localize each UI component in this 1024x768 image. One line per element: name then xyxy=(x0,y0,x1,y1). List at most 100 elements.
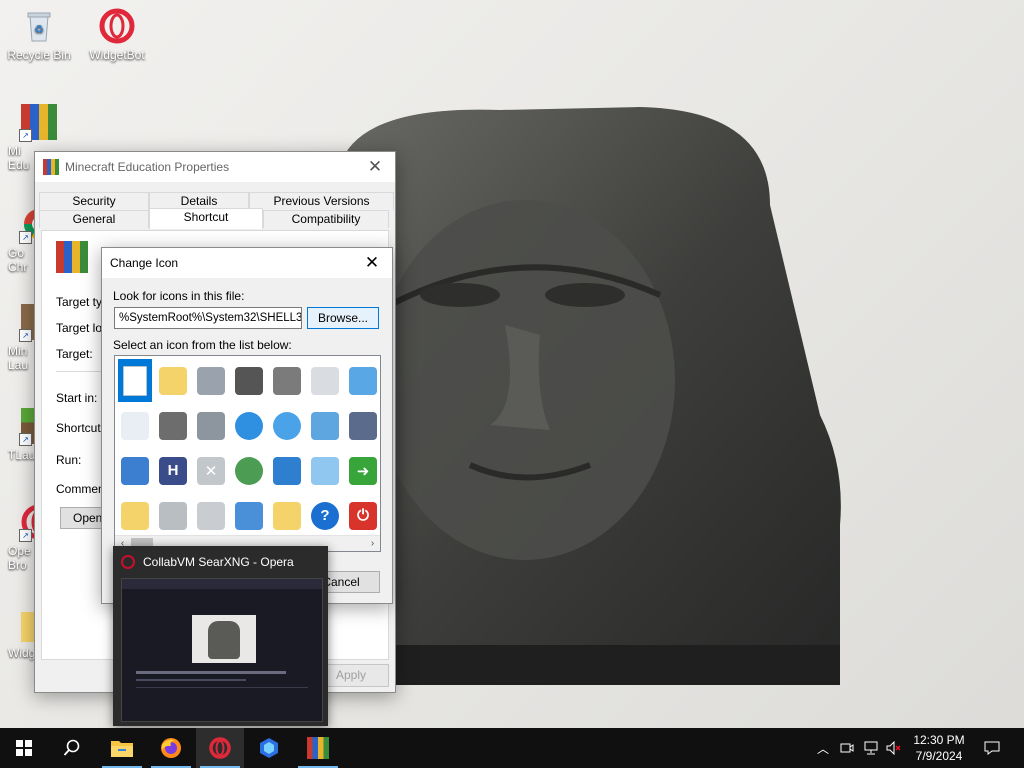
power-icon: ⏻ xyxy=(349,501,377,530)
icon-cell[interactable] xyxy=(346,359,380,402)
icon-cell[interactable] xyxy=(346,404,380,447)
icon-cell[interactable] xyxy=(270,359,304,402)
icon-cell[interactable] xyxy=(194,494,228,537)
icon-cell[interactable] xyxy=(194,404,228,447)
tab-compatibility[interactable]: Compatibility xyxy=(263,210,389,228)
svg-text:♻: ♻ xyxy=(34,24,44,36)
icon-cell[interactable]: ⏻ xyxy=(346,494,380,537)
icon-cell[interactable] xyxy=(118,494,152,537)
volume-muted-icon[interactable] xyxy=(884,728,904,768)
icon-cell[interactable] xyxy=(308,359,342,402)
folder-icon xyxy=(159,366,187,395)
icon-cell[interactable] xyxy=(308,449,342,492)
scheduled-document-icon xyxy=(311,366,339,395)
icon-cell[interactable] xyxy=(232,449,266,492)
network-icon[interactable] xyxy=(862,728,880,768)
network-connections-icon xyxy=(273,456,301,485)
icon-cell[interactable] xyxy=(308,404,342,447)
icon-cell[interactable] xyxy=(270,404,304,447)
network-globe-icon xyxy=(273,411,301,440)
shortcut-arrow-icon: ↗ xyxy=(19,231,32,244)
icon-cell[interactable] xyxy=(270,449,304,492)
icon-grid: H ✕ ➜? ⏻ xyxy=(118,359,380,539)
copilot-icon[interactable] xyxy=(245,728,293,768)
shortcut-arrow-icon: ↗ xyxy=(19,529,32,542)
window-icon xyxy=(121,456,149,485)
file-explorer-icon[interactable] xyxy=(98,728,146,768)
floppy-disk-icon: H xyxy=(159,456,187,485)
taskbar-thumbnail-preview[interactable]: CollabVM SearXNG - Opera xyxy=(113,546,328,726)
preview-window-title: CollabVM SearXNG - Opera xyxy=(143,555,294,569)
computer-icon xyxy=(159,411,187,440)
opera-icon xyxy=(99,8,135,44)
icon-cell[interactable] xyxy=(156,404,190,447)
icon-cell[interactable] xyxy=(156,359,190,402)
shortcut-arrow-icon: ↗ xyxy=(19,433,32,446)
icon-cell[interactable]: ✕ xyxy=(194,449,228,492)
preview-statue-image xyxy=(192,615,256,663)
browse-button[interactable]: Browse... xyxy=(307,307,379,329)
minecraft-icon[interactable] xyxy=(294,728,342,768)
search-icon[interactable] xyxy=(48,728,96,768)
icon-file-path-input[interactable]: %SystemRoot%\System32\SHELL32 xyxy=(114,307,302,329)
icon-cell[interactable]: ➜ xyxy=(346,449,380,492)
start-button-icon[interactable] xyxy=(0,728,48,768)
icon-cell[interactable] xyxy=(232,404,266,447)
network-globe-cursor-icon xyxy=(235,456,263,485)
icon-list[interactable]: H ✕ ➜? ⏻ ‹ › xyxy=(114,355,381,552)
close-icon[interactable]: ✕ xyxy=(355,152,395,182)
recycle-bin-icon: ♻ xyxy=(21,8,57,44)
notifications-icon[interactable] xyxy=(980,728,1004,768)
memory-chip-icon xyxy=(235,366,263,395)
taskbar: ︿ 12:30 PM 7/9/2024 xyxy=(0,728,1024,768)
webcam-icon[interactable] xyxy=(838,728,856,768)
icon-cell[interactable] xyxy=(156,494,190,537)
opera-icon xyxy=(121,555,135,569)
chevron-right-icon[interactable]: › xyxy=(365,536,380,551)
preview-text-line xyxy=(136,679,246,681)
printer-icon xyxy=(273,366,301,395)
icon-cell[interactable] xyxy=(270,494,304,537)
icon-cell[interactable]: H xyxy=(156,449,190,492)
icon-cell[interactable] xyxy=(232,359,266,402)
desktop-icon-label: WidgetBot xyxy=(89,48,145,62)
display-icon xyxy=(349,366,377,395)
tab-previous-versions[interactable]: Previous Versions xyxy=(249,192,394,210)
icon-cell[interactable] xyxy=(194,359,228,402)
clock-time: 12:30 PM xyxy=(913,733,965,747)
minecraft-education-icon xyxy=(56,241,88,273)
close-icon[interactable]: ✕ xyxy=(352,248,392,278)
change-icon-titlebar[interactable]: Change Icon ✕ xyxy=(102,248,392,278)
minecraft-education-icon: ↗ xyxy=(19,104,57,142)
tab-security[interactable]: Security xyxy=(39,192,149,210)
preview-header-bar xyxy=(122,579,322,589)
icon-cell[interactable] xyxy=(118,359,152,402)
desktop-icon-label: Recycle Bin xyxy=(7,48,71,62)
desktop-icon-recycle-bin[interactable]: ♻ Recycle Bin xyxy=(4,8,74,62)
icon-cell[interactable] xyxy=(118,449,152,492)
look-for-icons-label: Look for icons in this file: xyxy=(113,289,245,303)
clock-date: 7/9/2024 xyxy=(915,749,963,763)
firefox-icon[interactable] xyxy=(147,728,195,768)
optical-drive-icon xyxy=(159,501,187,530)
disconnected-drive-icon: ✕ xyxy=(197,456,225,485)
desktop-icon-widgetbot[interactable]: WidgetBot xyxy=(82,8,152,62)
preview-divider xyxy=(136,687,308,688)
icon-cell[interactable] xyxy=(232,494,266,537)
cd-drive-icon xyxy=(197,501,225,530)
speaker-box-icon xyxy=(349,411,377,440)
tab-shortcut[interactable]: Shortcut xyxy=(149,208,263,229)
chevron-up-icon[interactable]: ︿ xyxy=(814,728,832,768)
tab-general[interactable]: General xyxy=(39,210,149,228)
opera-icon[interactable] xyxy=(196,728,244,768)
yellow-folder-icon xyxy=(121,501,149,530)
run-label: Run: xyxy=(56,453,82,467)
icon-cell[interactable] xyxy=(118,404,152,447)
applications-folder-icon xyxy=(273,501,301,530)
icon-cell[interactable]: ? xyxy=(308,494,342,537)
system-clock[interactable]: 12:30 PM 7/9/2024 xyxy=(906,732,972,764)
blank-document-icon xyxy=(123,365,147,396)
desktop-computer-icon xyxy=(235,501,263,530)
network-drive-icon xyxy=(197,411,225,440)
properties-titlebar[interactable]: Minecraft Education Properties ✕ xyxy=(35,152,395,182)
